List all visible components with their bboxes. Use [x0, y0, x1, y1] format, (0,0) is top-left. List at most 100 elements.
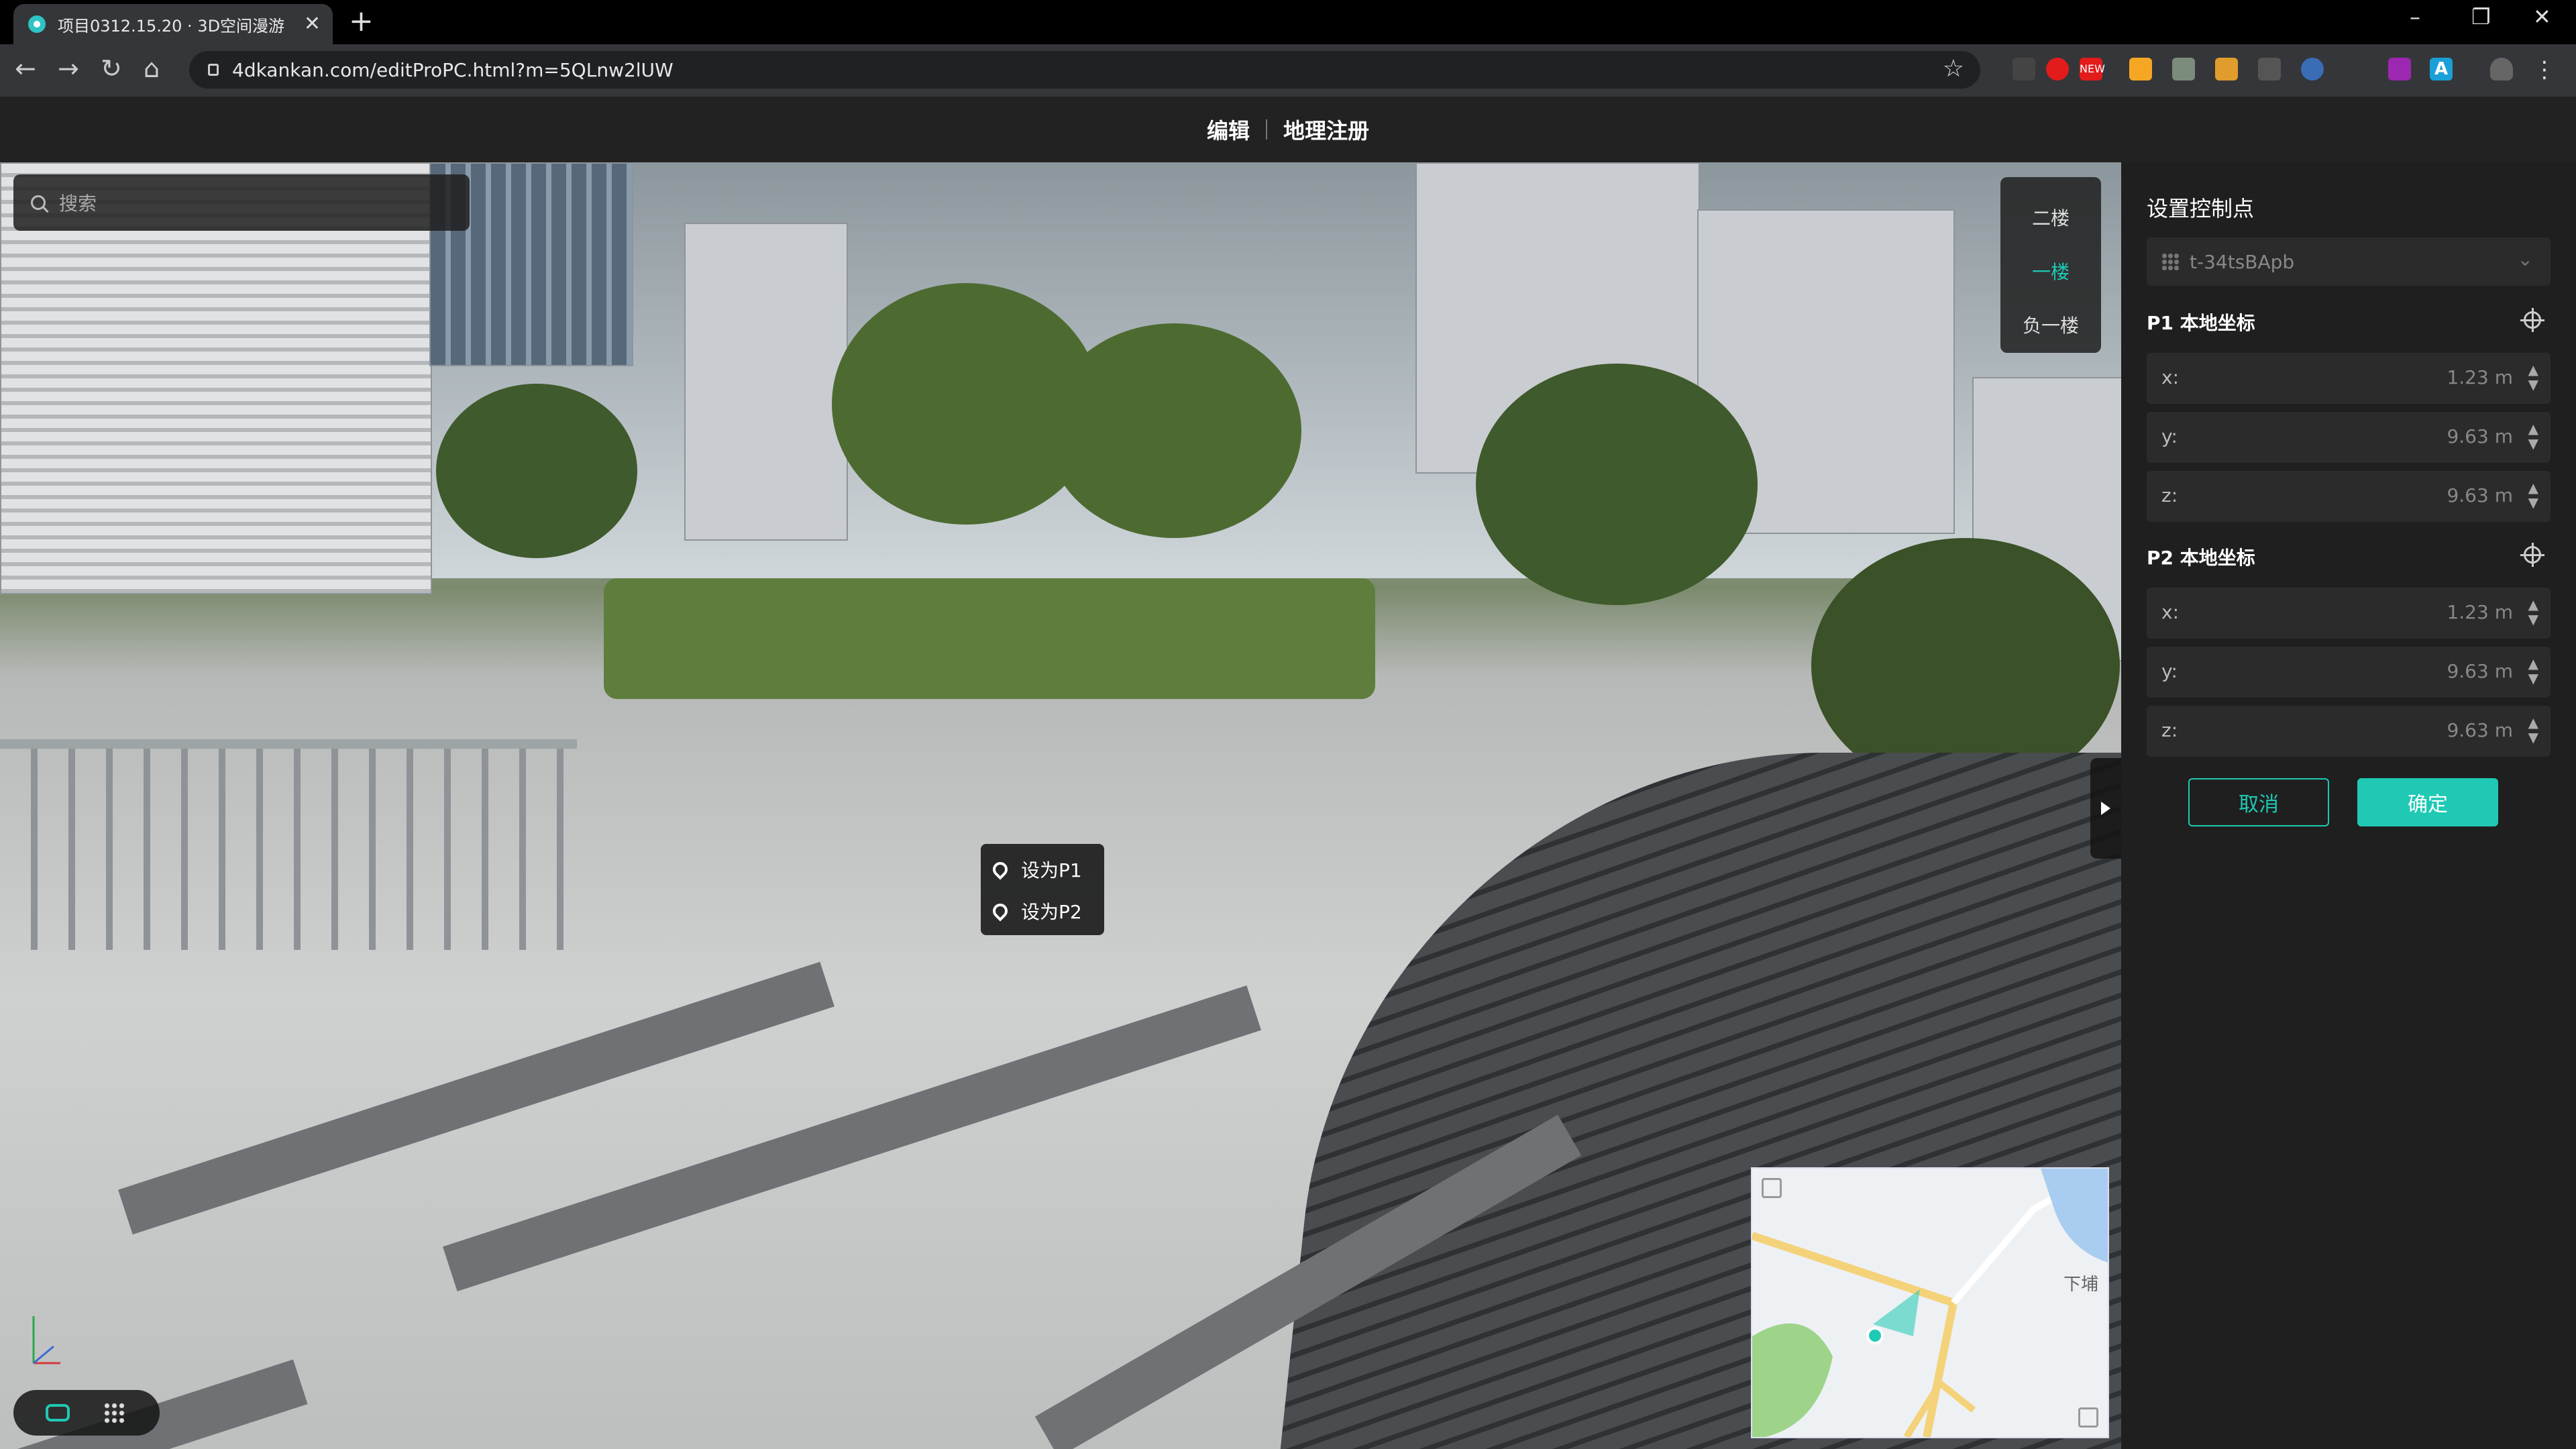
p2-x-field[interactable]: x: 1.23 m ▲ ▼	[2147, 588, 2551, 639]
extension-icon[interactable]	[2012, 58, 2035, 80]
address-bar[interactable]: 4dkankan.com/editProPC.html?m=5QLnw2lUW …	[189, 51, 1980, 89]
extension-icon[interactable]	[2129, 58, 2152, 80]
collapse-panel-button[interactable]	[2090, 758, 2121, 859]
set-p1-menu-item[interactable]: 设为P1	[989, 849, 1082, 890]
lock-icon	[208, 64, 219, 76]
stepper-icon[interactable]: ▲ ▼	[2528, 656, 2538, 686]
floor-item-1f[interactable]: 一楼	[2000, 258, 2101, 284]
stepper-icon[interactable]: ▲ ▼	[2528, 715, 2538, 745]
panorama-viewport[interactable]: 搜索 二楼 一楼 负一楼 设为P1 设为P2 下埔	[0, 162, 2121, 1449]
home-icon[interactable]: ⌂	[144, 54, 160, 83]
p2-y-field[interactable]: y: 9.63 m ▲ ▼	[2147, 647, 2551, 698]
minimize-icon[interactable]: –	[2410, 4, 2420, 30]
panorama-railing	[0, 739, 577, 950]
panorama-paving	[443, 985, 1261, 1291]
url-text: 4dkankan.com/editProPC.html?m=5QLnw2lUW	[232, 58, 674, 81]
cancel-button[interactable]: 取消	[2188, 778, 2329, 826]
floor-item-2f[interactable]: 二楼	[2000, 204, 2101, 231]
bookmark-star-icon[interactable]: ☆	[1943, 55, 1964, 83]
extension-icon[interactable]	[2301, 58, 2324, 80]
location-pin-icon	[989, 859, 1011, 880]
minimap[interactable]: 下埔	[1751, 1167, 2109, 1438]
close-window-icon[interactable]: ✕	[2533, 4, 2551, 30]
site-favicon-icon	[28, 15, 46, 33]
p2-section-label: P2 本地坐标	[2147, 547, 2255, 569]
axis-gizmo-icon	[32, 1316, 60, 1364]
new-badge[interactable]: NEW	[2080, 58, 2105, 80]
tab-title: 项目0312.15.20 · 3D空间漫游	[58, 16, 285, 36]
extension-icon[interactable]	[2388, 58, 2411, 80]
tab-close-icon[interactable]: ✕	[304, 12, 321, 36]
panorama-lawn	[604, 578, 1375, 699]
field-axis-label: z:	[2161, 484, 2178, 506]
p1-section-label: P1 本地坐标	[2147, 312, 2255, 334]
p1-z-field[interactable]: z: 9.63 m ▲ ▼	[2147, 471, 2551, 522]
set-p2-label: 设为P2	[1021, 901, 1082, 923]
profile-icon[interactable]	[2490, 58, 2513, 80]
new-tab-icon[interactable]: +	[349, 4, 374, 38]
vr-mode-icon[interactable]	[46, 1404, 70, 1421]
panorama-tree	[1476, 364, 1758, 605]
tab-edit[interactable]: 编辑	[1191, 114, 1266, 145]
minimap-expand-icon[interactable]	[2078, 1407, 2098, 1428]
floor-item-b1[interactable]: 负一楼	[2000, 311, 2101, 338]
minimap-roads	[1752, 1169, 2108, 1437]
minimap-place-label: 下埔	[2063, 1275, 2098, 1295]
p1-y-field[interactable]: y: 9.63 m ▲ ▼	[2147, 412, 2551, 463]
panorama-building	[684, 223, 848, 541]
search-input[interactable]: 搜索	[13, 174, 470, 231]
restore-icon[interactable]: ❐	[2471, 4, 2491, 30]
field-value: 9.63 m	[2447, 719, 2513, 741]
field-value: 9.63 m	[2447, 425, 2513, 447]
field-axis-label: z:	[2161, 719, 2178, 741]
extension-icon[interactable]	[2046, 58, 2069, 80]
floor-selector: 二楼 一楼 负一楼	[2000, 177, 2101, 353]
grid-icon	[2161, 253, 2179, 270]
back-icon[interactable]: ←	[15, 54, 36, 83]
field-axis-label: x:	[2161, 366, 2180, 388]
location-pin-icon	[989, 900, 1011, 922]
stepper-icon[interactable]: ▲ ▼	[2528, 362, 2538, 392]
extension-a-icon[interactable]: A	[2430, 58, 2453, 80]
control-point-panel: 设置控制点 t-34tsBApb ⌄ P1 本地坐标 x: 1.23 m ▲ ▼ …	[2121, 162, 2576, 1449]
panorama-tree	[1046, 323, 1301, 538]
app-header: 编辑 地理注册	[0, 97, 2576, 162]
p1-pick-target-icon[interactable]	[2520, 308, 2544, 332]
browser-menu-icon[interactable]: ⋮	[2533, 56, 2556, 83]
stepper-icon[interactable]: ▲ ▼	[2528, 421, 2538, 451]
browser-toolbar: ← → ↻ ⌂ 4dkankan.com/editProPC.html?m=5Q…	[0, 44, 2576, 97]
tab-geo-registration[interactable]: 地理注册	[1267, 114, 1385, 145]
minimap-layer-icon[interactable]	[1762, 1178, 1782, 1198]
confirm-button[interactable]: 确定	[2357, 778, 2498, 826]
scene-select-value: t-34tsBApb	[2190, 250, 2295, 273]
p2-z-field[interactable]: z: 9.63 m ▲ ▼	[2147, 706, 2551, 757]
extension-icon[interactable]	[2258, 58, 2281, 80]
field-axis-label: y:	[2161, 660, 2178, 682]
reload-icon[interactable]: ↻	[101, 54, 122, 83]
field-value: 1.23 m	[2447, 601, 2513, 623]
camera-position-marker	[1866, 1327, 1884, 1344]
chevron-down-icon: ⌄	[2517, 248, 2533, 270]
stepper-icon[interactable]: ▲ ▼	[2528, 480, 2538, 510]
search-placeholder: 搜索	[59, 193, 97, 215]
p2-pick-target-icon[interactable]	[2520, 543, 2544, 567]
panorama-tree	[436, 384, 637, 558]
chevron-right-icon	[2101, 802, 2110, 815]
browser-tab-bar: 项目0312.15.20 · 3D空间漫游 ✕ + – ❐ ✕	[0, 0, 2576, 44]
p1-x-field[interactable]: x: 1.23 m ▲ ▼	[2147, 353, 2551, 404]
field-axis-label: y:	[2161, 425, 2178, 447]
field-value: 9.63 m	[2447, 660, 2513, 682]
field-value: 1.23 m	[2447, 366, 2513, 388]
bottom-toolbar	[13, 1390, 160, 1436]
context-menu: 设为P1 设为P2	[981, 844, 1104, 935]
panel-title: 设置控制点	[2147, 196, 2255, 221]
grid-menu-icon[interactable]	[103, 1402, 125, 1424]
extension-icon[interactable]	[2215, 58, 2238, 80]
set-p2-menu-item[interactable]: 设为P2	[989, 891, 1082, 931]
scene-select[interactable]: t-34tsBApb ⌄	[2147, 237, 2551, 286]
browser-tab[interactable]: 项目0312.15.20 · 3D空间漫游 ✕	[13, 4, 333, 44]
extension-icon[interactable]	[2172, 58, 2195, 80]
field-value: 9.63 m	[2447, 484, 2513, 506]
stepper-icon[interactable]: ▲ ▼	[2528, 597, 2538, 627]
forward-icon[interactable]: →	[58, 54, 79, 83]
